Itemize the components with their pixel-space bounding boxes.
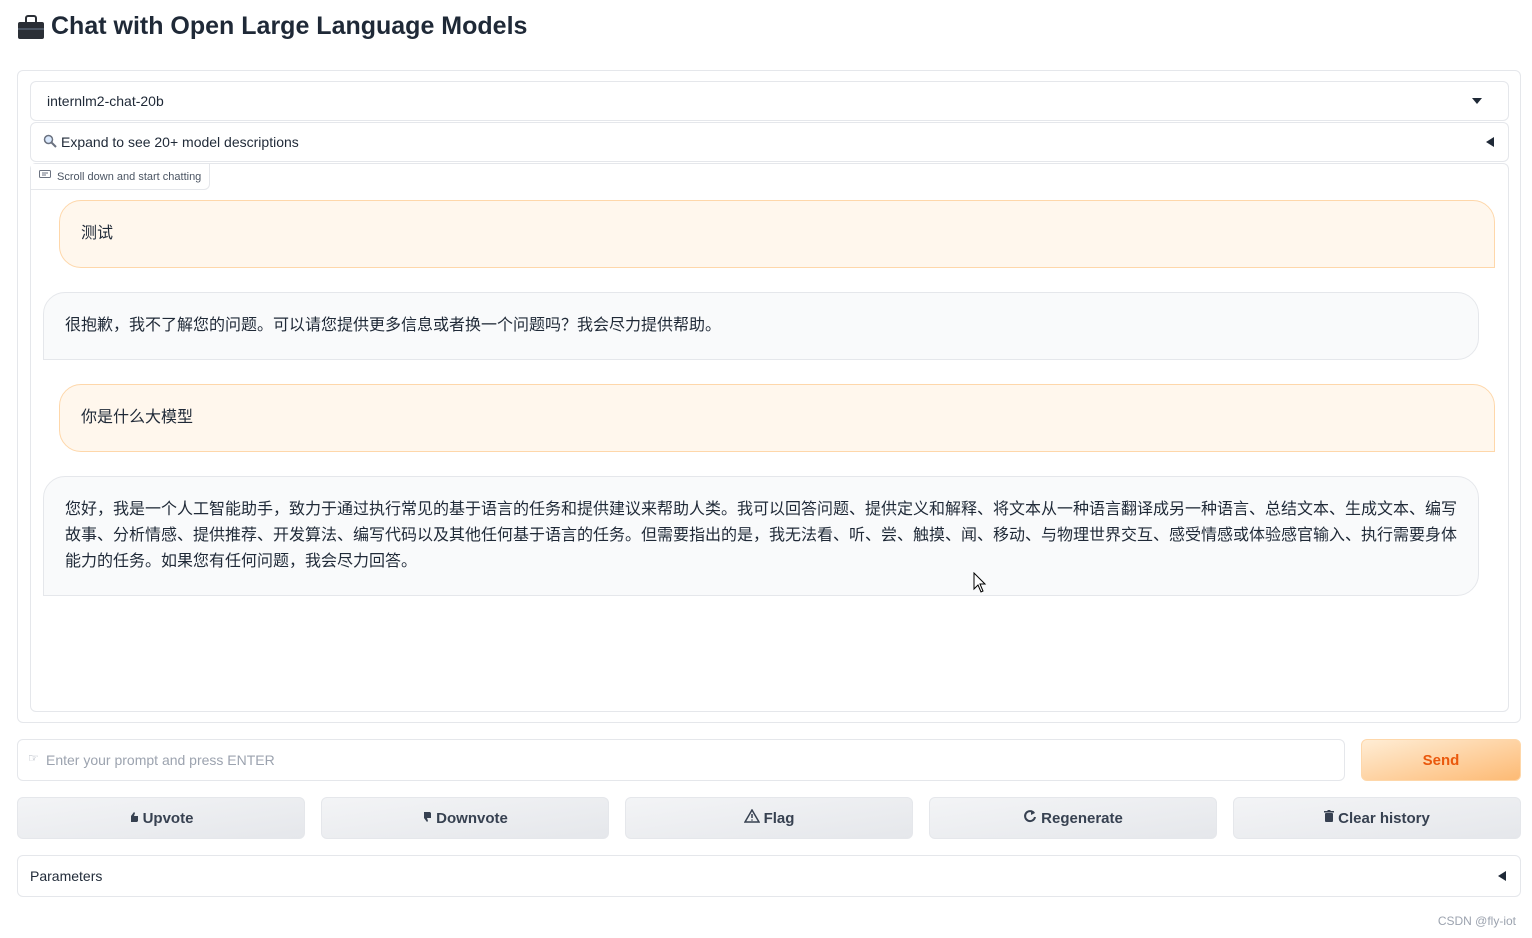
thumbs-up-icon (129, 810, 139, 827)
chatbot-label-text: Scroll down and start chatting (57, 170, 202, 183)
collapse-arrow-icon[interactable] (1486, 137, 1494, 147)
message-text: 您好，我是一个人工智能助手，致力于通过执行常见的基于语言的任务和提供建议来帮助人… (65, 501, 1458, 570)
upvote-label: Upvote (142, 809, 194, 827)
bot-message: 您好，我是一个人工智能助手，致力于通过执行常见的基于语言的任务和提供建议来帮助人… (43, 476, 1479, 596)
model-dropdown-value: internlm2-chat-20b (47, 93, 164, 109)
trash-icon (1324, 809, 1335, 827)
watermark: CSDN @fly-iot (1437, 914, 1516, 928)
model-descriptions-accordion[interactable]: Expand to see 20+ model descriptions (30, 122, 1509, 162)
upvote-button[interactable]: Upvote (17, 797, 305, 839)
page-title-text: Chat with Open Large Language Models (51, 12, 528, 40)
page-title: Chat with Open Large Language Models (17, 12, 527, 41)
send-button[interactable]: Send (1361, 739, 1521, 781)
prompt-input[interactable] (17, 739, 1345, 781)
downvote-button[interactable]: Downvote (321, 797, 609, 839)
regenerate-button[interactable]: Regenerate (929, 797, 1217, 839)
clear-history-label: Clear history (1338, 809, 1430, 827)
pointing-hand-icon: ☞ (28, 751, 39, 765)
parameters-label: Parameters (30, 868, 103, 884)
clear-history-button[interactable]: Clear history (1233, 797, 1521, 839)
parameters-accordion[interactable]: Parameters (17, 855, 1521, 897)
chevron-down-icon[interactable] (1472, 98, 1482, 104)
flag-label: Flag (763, 809, 795, 827)
message-text: 测试 (81, 225, 114, 242)
downvote-label: Downvote (436, 809, 508, 827)
chatbot-label: Scroll down and start chatting (31, 164, 211, 190)
message-text: 你是什么大模型 (81, 409, 194, 426)
user-message: 你是什么大模型 (59, 384, 1495, 452)
mouse-cursor-icon (973, 572, 987, 593)
refresh-icon (1023, 809, 1037, 827)
model-descriptions-label: Expand to see 20+ model descriptions (61, 134, 299, 150)
chatbot: Scroll down and start chatting 测试 很抱歉，我不… (30, 163, 1509, 712)
chat-bubble-icon (39, 170, 51, 183)
regenerate-label: Regenerate (1041, 809, 1123, 827)
chat-panel: internlm2-chat-20b Expand to see 20+ mod… (17, 70, 1521, 723)
user-message: 测试 (59, 200, 1495, 268)
magnifier-icon (43, 134, 57, 151)
bot-message: 很抱歉，我不了解您的问题。可以请您提供更多信息或者换一个问题吗？我会尽力提供帮助… (43, 292, 1479, 360)
briefcase-icon (17, 13, 45, 41)
thumbs-down-icon (422, 810, 432, 827)
model-dropdown[interactable]: internlm2-chat-20b (30, 81, 1509, 121)
message-text: 很抱歉，我不了解您的问题。可以请您提供更多信息或者换一个问题吗？我会尽力提供帮助… (65, 317, 722, 334)
send-button-label: Send (1422, 751, 1460, 769)
flag-button[interactable]: Flag (625, 797, 913, 839)
collapse-arrow-icon[interactable] (1498, 871, 1506, 881)
warning-icon (743, 808, 760, 827)
